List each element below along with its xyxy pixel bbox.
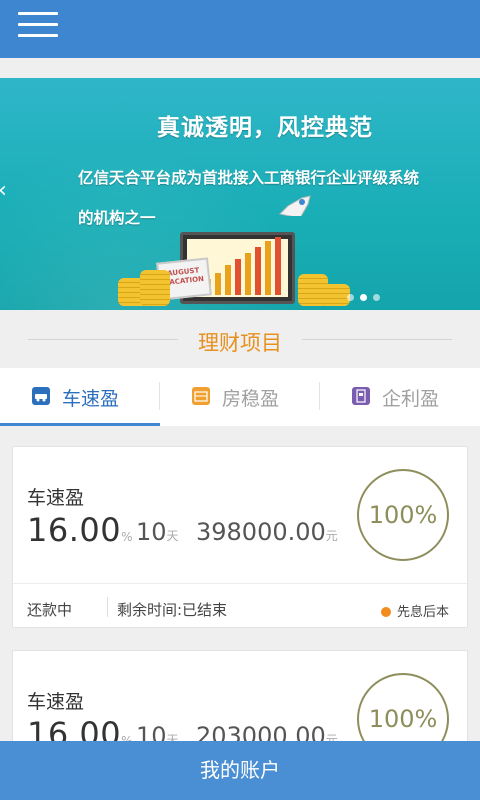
term-unit: 天 [166, 529, 179, 543]
banner-pagination[interactable] [347, 294, 380, 301]
repayment-dot-icon [380, 607, 391, 617]
menu-icon[interactable] [18, 10, 58, 40]
car-icon [32, 387, 50, 405]
section-header: 理财项目 [0, 325, 480, 355]
banner-prev-arrow[interactable]: ‹ [0, 178, 7, 203]
coin-stack-icon [140, 270, 170, 306]
product-name: 车速盈 [27, 691, 85, 713]
annual-rate: 16.00% [27, 511, 133, 549]
pagination-dot-active[interactable] [360, 294, 367, 301]
section-title: 理财项目 [198, 331, 282, 355]
status-text: 还款中 [27, 601, 73, 619]
pagination-dot[interactable] [373, 294, 380, 301]
repayment-label: 先息后本 [396, 605, 449, 620]
banner-text-line2: 的机构之一 [78, 209, 156, 227]
tab-label: 企利盈 [382, 388, 440, 410]
coin-stack-icon [320, 284, 350, 306]
term-value: 10 [136, 518, 167, 546]
tab-label: 房稳盈 [222, 388, 280, 410]
rate-unit: % [121, 530, 134, 544]
amount: 398000.00元 [196, 518, 338, 546]
remaining-time: 剩余时间:已结束 [117, 601, 228, 619]
rocket-icon [278, 195, 311, 216]
tab-cheshuying[interactable]: 车速盈 [0, 368, 160, 426]
product-name: 车速盈 [27, 487, 85, 509]
tab-fangwenying[interactable]: 房稳盈 [160, 368, 320, 426]
product-tabs: 车速盈 房稳盈 企利盈 [0, 368, 480, 426]
tab-label: 车速盈 [62, 388, 120, 410]
banner-title: 真诚透明，风控典范 [157, 115, 373, 141]
amount-unit: 元 [325, 529, 338, 543]
banner-text-line1: 亿信天合平台成为首批接入工商银行企业评级系统 [78, 169, 420, 187]
tab-qiliying[interactable]: 企利盈 [320, 368, 480, 426]
active-tab-indicator [0, 423, 160, 426]
rate-value: 16.00 [27, 511, 122, 549]
pagination-dot[interactable] [347, 294, 354, 301]
product-card[interactable]: 车速盈 16.00% 10天 398000.00元 100% 还款中 剩余时间:… [12, 446, 468, 628]
my-account-button[interactable]: 我的账户 [0, 741, 480, 800]
amount-value: 398000.00 [196, 518, 326, 546]
progress-circle: 100% [357, 469, 449, 561]
term: 10天 [136, 518, 179, 546]
top-bar [0, 0, 480, 58]
promo-banner[interactable]: ‹ 真诚透明，风控典范 亿信天合平台成为首批接入工商银行企业评级系统 的机构之一… [0, 78, 480, 310]
repayment-method: 先息后本 [380, 601, 449, 620]
house-icon [192, 387, 210, 405]
building-icon [352, 387, 370, 405]
